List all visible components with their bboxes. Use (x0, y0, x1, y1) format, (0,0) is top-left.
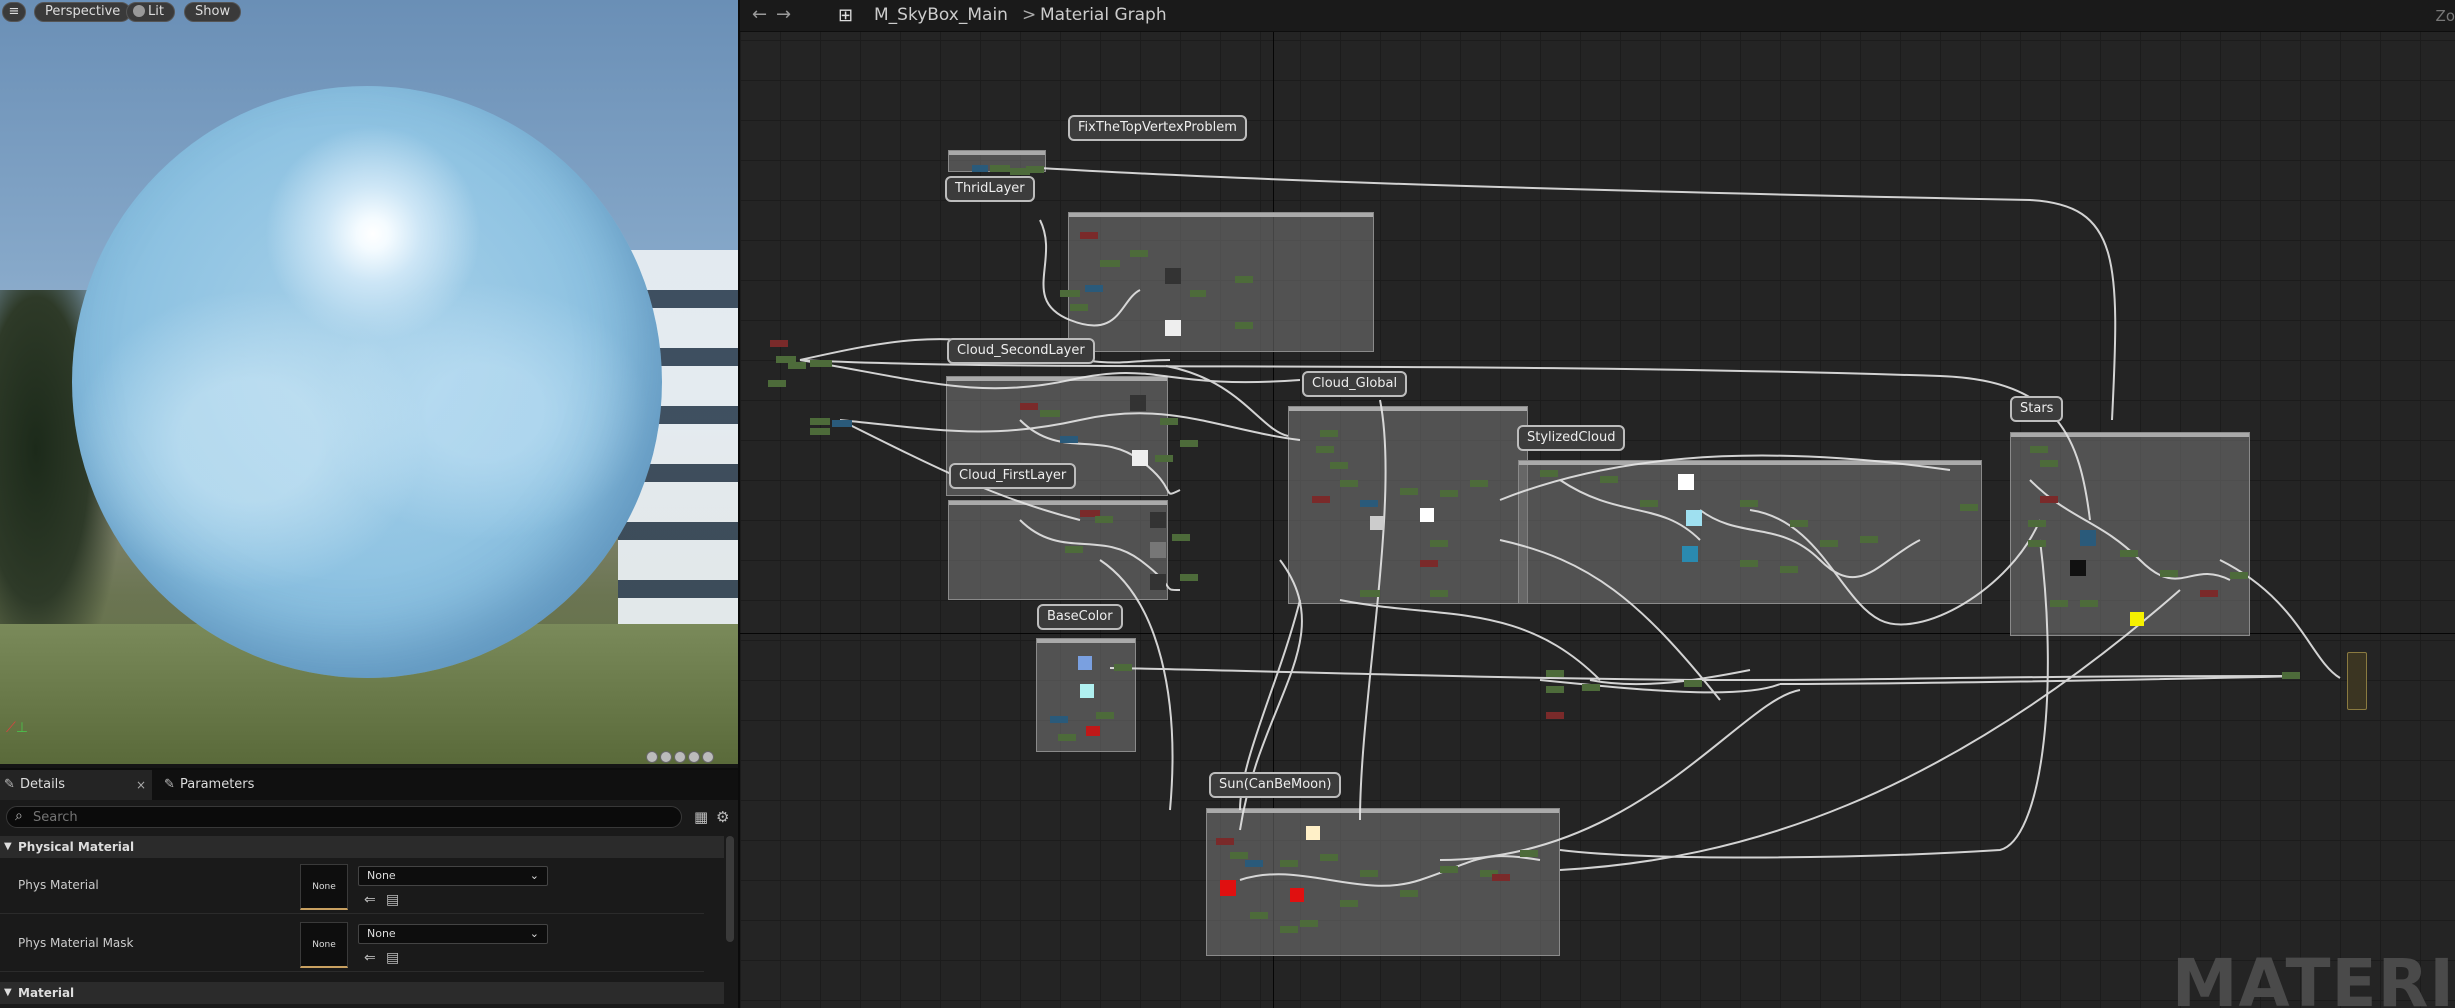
breadcrumb-page[interactable]: Material Graph (1040, 5, 1167, 25)
combo-value: None (367, 869, 396, 882)
chevron-down-icon: ▼ (4, 987, 12, 998)
comment-label[interactable]: ThridLayer (945, 176, 1035, 202)
combo-value: None (367, 927, 396, 940)
perspective-label: Perspective (45, 4, 121, 19)
tab-details[interactable]: ✎ Details × (0, 770, 152, 800)
forward-arrow-icon[interactable]: → (776, 4, 791, 25)
pencil-icon: ✎ (164, 777, 175, 792)
section-physical-material[interactable]: ▼ Physical Material (0, 836, 724, 858)
pencil-icon: ✎ (4, 777, 15, 792)
preview-viewport[interactable]: ≡ Perspective Lit Show ⟋⊥ (0, 0, 738, 764)
details-scrollbar[interactable] (726, 836, 734, 942)
browse-folder-icon[interactable]: ▤ (386, 892, 399, 908)
plane-icon[interactable] (674, 751, 686, 763)
graph-wires (768, 165, 2341, 933)
chevron-down-icon: ⌄ (529, 927, 539, 940)
tab-parameters[interactable]: ✎ Parameters (160, 770, 254, 800)
chevron-down-icon: ▼ (4, 841, 12, 852)
breadcrumb-asset[interactable]: M_SkyBox_Main (874, 5, 1008, 25)
section-title: Physical Material (18, 840, 135, 854)
preview-shape-buttons[interactable] (646, 748, 736, 764)
menu-icon: ≡ (8, 4, 20, 19)
material-editor: ≡ Perspective Lit Show ⟋⊥ ✎ Details × ✎ … (0, 0, 2455, 1008)
comment-label[interactable]: Cloud_FirstLayer (949, 463, 1077, 489)
tab-parameters-label: Parameters (180, 777, 255, 792)
lit-sphere-icon (133, 5, 145, 17)
comment-label[interactable]: BaseColor (1037, 604, 1123, 630)
details-search-row: ⌕ ▦ ⚙ (4, 806, 734, 830)
back-arrow-icon[interactable]: ← (752, 4, 767, 25)
zoom-level: Zo (2435, 7, 2455, 25)
lit-label: Lit (148, 4, 164, 19)
property-label: Phys Material Mask (18, 936, 134, 950)
breadcrumb-separator: > (1022, 5, 1037, 25)
axis-gizmo-icon: ⟋⊥ (6, 720, 29, 736)
property-label: Phys Material (18, 878, 99, 892)
comment-label[interactable]: Cloud_SecondLayer (947, 338, 1095, 364)
chevron-down-icon: ⌄ (529, 869, 539, 882)
section-title: Material (18, 986, 75, 1000)
cube-icon[interactable] (688, 751, 700, 763)
use-selected-icon[interactable]: ⇐ (364, 950, 376, 966)
browse-folder-icon[interactable]: ▤ (386, 950, 399, 966)
comment-label[interactable]: StylizedCloud (1517, 425, 1626, 451)
lit-button[interactable]: Lit (126, 2, 175, 22)
table-view-icon[interactable]: ▦ (694, 808, 708, 826)
details-tab-bar: ✎ Details × ✎ Parameters (0, 770, 738, 800)
comment-label[interactable]: Cloud_Global (1302, 371, 1408, 397)
teapot-icon[interactable] (702, 751, 714, 763)
details-search-input[interactable] (33, 809, 653, 825)
cylinder-icon[interactable] (646, 751, 658, 763)
comment-label[interactable]: Sun(CanBeMoon) (1209, 772, 1342, 798)
show-label: Show (195, 4, 231, 19)
asset-thumbnail[interactable]: None (300, 864, 348, 910)
section-material[interactable]: ▼ Material (0, 982, 724, 1004)
details-panel: ✎ Details × ✎ Parameters ⌕ ▦ ⚙ ▼ Physica… (0, 768, 738, 1008)
show-button[interactable]: Show (184, 2, 242, 22)
viewport-menu-button[interactable]: ≡ (2, 2, 26, 22)
material-graph-canvas[interactable]: FixTheTopVertexProblem ThridLayer Cloud_… (740, 0, 2455, 1008)
property-row-phys-material: Phys Material None None ⌄ ⇐ ▤ (0, 858, 704, 914)
details-search-box[interactable]: ⌕ (6, 806, 682, 828)
material-output-node[interactable] (2347, 652, 2367, 710)
sphere-icon[interactable] (660, 751, 672, 763)
asset-thumbnail[interactable]: None (300, 922, 348, 968)
settings-gear-icon[interactable]: ⚙ (716, 808, 729, 826)
tab-details-label: Details (20, 777, 66, 792)
property-row-phys-material-mask: Phys Material Mask None None ⌄ ⇐ ▤ (0, 916, 704, 972)
graph-toolbar: ← → ⊞ M_SkyBox_Main > Material Graph Zo (740, 0, 2455, 32)
perspective-button[interactable]: Perspective (34, 2, 132, 22)
graph-hierarchy-icon[interactable]: ⊞ (838, 5, 853, 26)
asset-picker-combo[interactable]: None ⌄ (358, 866, 548, 886)
asset-picker-combo[interactable]: None ⌄ (358, 924, 548, 944)
comment-label[interactable]: FixTheTopVertexProblem (1068, 115, 1247, 141)
close-icon[interactable]: × (136, 770, 146, 800)
preview-sphere (72, 86, 662, 678)
comment-label[interactable]: Stars (2010, 396, 2064, 422)
search-icon: ⌕ (15, 808, 23, 824)
use-selected-icon[interactable]: ⇐ (364, 892, 376, 908)
graph-watermark: MATERI (2171, 945, 2455, 1008)
